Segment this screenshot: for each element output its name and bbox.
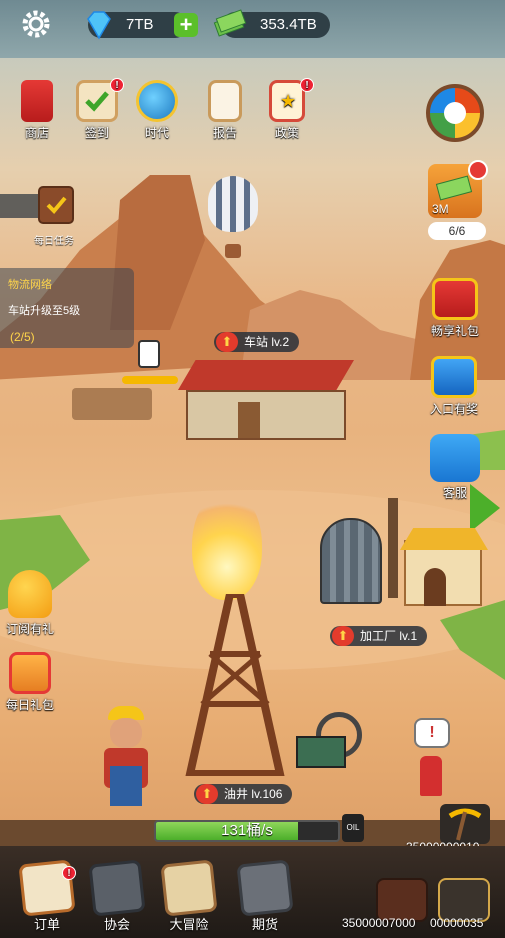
signin-button[interactable]: ! 签到 [74,78,124,141]
oil-worker[interactable] [98,706,154,814]
pickaxe-button[interactable] [440,804,490,844]
cash-reward-amount: 3M [432,202,449,216]
blue-gift-box-icon [431,356,477,398]
futures-button[interactable]: 期货 [236,859,294,933]
oil-barrel-icon [138,340,160,368]
cash-amount: 353.4TB [260,16,317,33]
daily-task-strip [0,194,40,218]
globe-icon [136,80,178,122]
subscribe-label: 订阅有礼 [5,622,54,636]
policy-label: 政策 [274,126,299,140]
diamond-amount: 7TB [126,16,154,33]
upgrade-arrow-icon: ⬆ [332,626,354,646]
bottom-counter-left: 35000007000 [342,916,416,930]
shop-button[interactable]: 商店 [14,80,60,141]
production-rate: 131桶/s [221,822,273,839]
mailbox[interactable] [420,756,442,796]
shield-flag-icon [88,859,146,917]
quest-description: 车站升级至5级 [8,305,81,317]
adventure-button[interactable]: 大冒险 [160,859,218,933]
factory-level-label: 加工厂 lv.1 [360,629,418,643]
oil-derrick[interactable] [180,590,290,778]
pickaxe-icon [448,808,482,841]
red-gift-box-icon [432,278,478,320]
cash-stack-icon [212,6,248,40]
orders-button[interactable]: ! 订单 [18,859,76,933]
hot-air-balloon[interactable] [208,176,258,260]
gas-flame [192,490,262,600]
association-button[interactable]: 协会 [88,859,146,933]
engine-machine[interactable] [296,712,366,772]
lucky-wheel-button[interactable] [426,84,484,142]
well-level-tag[interactable]: ⬆ 油井 lv.106 [194,784,293,804]
futures-chart-icon [236,859,294,917]
bottom-counter-right: 00000035 [430,916,484,930]
upgrade-arrow-icon: ⬆ [216,332,238,352]
era-button[interactable]: 时代 [134,80,180,141]
daily-gift-label: 每日礼包 [5,698,54,712]
subscribe-button[interactable]: 订阅有礼 [0,570,60,637]
agent-headset-icon [430,434,480,482]
oil-can-icon: OIL [342,814,364,842]
entry-reward-label: 入口有奖 [429,402,478,416]
speech-bubble-icon[interactable]: ! [414,718,450,748]
upgrade-arrow-icon: ⬆ [196,784,218,804]
cash-pile-icon: 3M [428,160,488,218]
policy-alert-badge: ! [300,78,314,92]
factory-tank[interactable] [318,498,408,608]
association-label: 协会 [103,917,130,932]
factory-level-tag[interactable]: ⬆ 加工厂 lv.1 [330,626,428,646]
shop-label: 商店 [24,126,49,140]
gift-pack-button[interactable]: 畅享礼包 [424,278,486,339]
task-book-icon [38,186,74,224]
futures-label: 期货 [251,917,278,932]
quest-panel[interactable]: 物流网络 车站升级至5级 (2/5) [0,268,134,348]
gift-pack-label: 畅享礼包 [430,324,479,338]
cash-counter: 353.4TB [213,9,330,38]
station-building[interactable] [168,360,354,442]
adventure-label: 大冒险 [169,917,209,932]
storage-shed[interactable] [400,528,488,606]
well-level-label: 油井 lv.106 [224,787,283,801]
clipboard-icon [208,80,242,122]
play-icon [444,102,466,124]
video-play-icon [468,160,488,180]
report-label: 报告 [212,126,237,140]
orange-gift-box-icon [9,652,51,694]
signin-label: 签到 [84,126,109,140]
cash-reward-button[interactable]: 3M 6/6 [428,160,488,240]
report-button[interactable]: 报告 [202,80,248,141]
signin-alert-badge: ! [110,78,124,92]
station-level-label: 车站 lv.2 [244,335,290,349]
daily-task-label: 每日任务 [34,236,74,247]
diamond-counter: 7TB [87,11,188,40]
daily-gift-button[interactable]: 每日礼包 [0,652,60,713]
quest-title: 物流网络 [8,279,52,291]
diamond-icon [82,8,116,42]
policy-button[interactable]: ★ ! 政策 [264,78,314,141]
orders-label: 订单 [33,917,60,932]
gas-pump-icon [21,80,53,122]
settings-gear-icon[interactable] [20,8,52,40]
entry-reward-button[interactable]: 入口有奖 [422,356,486,417]
era-label: 时代 [144,126,169,140]
cash-reward-count: 6/6 [428,222,486,240]
game-scene: 7TB + 353.4TB 商店 ! 签到 时代 报告 ★ ! 政策 每日任务 … [0,0,505,938]
station-level-tag[interactable]: ⬆ 车站 lv.2 [214,332,300,352]
quest-progress: (2/5) [10,330,35,344]
bell-icon [8,570,52,618]
treasure-map-icon [160,859,218,917]
orders-alert-badge: ! [62,866,76,880]
wagon[interactable] [72,388,152,420]
next-arrow-icon[interactable] [470,484,500,532]
add-diamonds-button[interactable]: + [174,13,198,37]
production-bar: 131桶/s [154,820,340,842]
